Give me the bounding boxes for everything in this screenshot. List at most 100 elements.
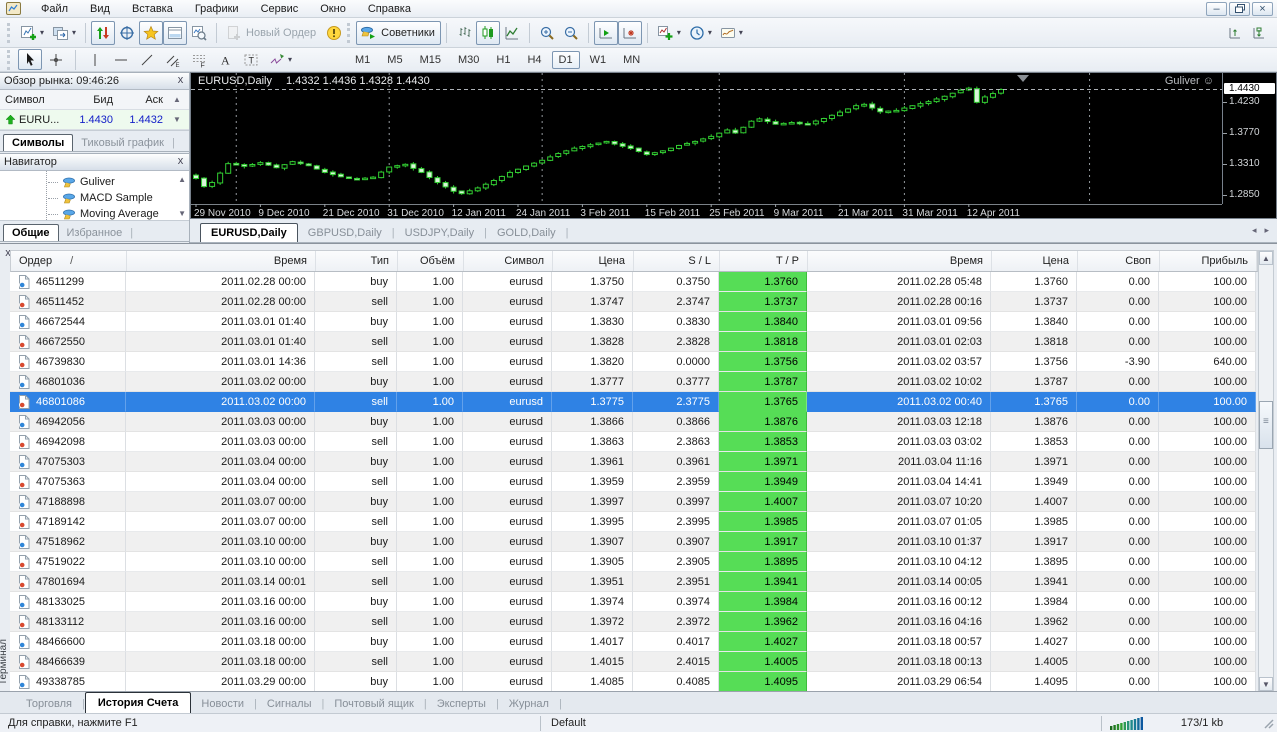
history-row[interactable]: 46739830 2011.03.01 14:36 sell 1.00 eurusd 1.… [10, 352, 1256, 372]
history-row[interactable]: 46801086 2011.03.02 00:00 sell 1.00 eurusd 1.… [10, 392, 1256, 412]
vertical-line-button[interactable] [83, 49, 107, 70]
strategy-tester-button[interactable] [187, 21, 211, 45]
zoom-in-button[interactable] [535, 21, 559, 45]
terminal-tab-История Счета[interactable]: История Счета [84, 692, 192, 713]
column-header-7[interactable]: T / P [720, 251, 808, 271]
tab-Общие[interactable]: Общие [3, 224, 59, 241]
history-row[interactable]: 46672550 2011.03.01 01:40 sell 1.00 eurusd 1.… [10, 332, 1256, 352]
chart-shift-button[interactable] [617, 20, 642, 45]
history-row[interactable]: 47075303 2011.03.04 00:00 buy 1.00 eurusd 1.3… [10, 452, 1256, 472]
channel-button[interactable]: E [161, 49, 185, 70]
terminal-tab-Журнал[interactable]: Журнал [499, 695, 559, 713]
autoscroll-button[interactable] [593, 20, 618, 45]
column-header-5[interactable]: Цена [553, 251, 634, 271]
column-bid[interactable]: Бид [62, 94, 118, 106]
menu-item-Справка[interactable]: Справка [358, 2, 421, 16]
close-icon[interactable]: x [174, 75, 187, 87]
timeframe-M15[interactable]: M15 [413, 51, 448, 69]
text-label-button[interactable]: T [239, 49, 263, 70]
timeframe-W1[interactable]: W1 [583, 51, 614, 69]
close-button[interactable]: × [1252, 1, 1273, 16]
line-chart-button[interactable] [500, 21, 524, 45]
history-row[interactable]: 48466600 2011.03.18 00:00 buy 1.00 eurusd 1.4… [10, 632, 1256, 652]
column-header-8[interactable]: Время [808, 251, 992, 271]
close-icon[interactable]: x [174, 156, 187, 168]
timeframe-D1[interactable]: D1 [551, 50, 580, 69]
terminal-tab-Новости[interactable]: Новости [191, 695, 254, 713]
menu-item-Вид[interactable]: Вид [80, 2, 120, 16]
chart-tab-EURUSD,Daily[interactable]: EURUSD,Daily [200, 223, 298, 242]
scroll-down-icon[interactable]: ▼ [1259, 677, 1273, 691]
resize-grip[interactable] [1259, 714, 1277, 732]
history-row[interactable]: 46511299 2011.02.28 00:00 buy 1.00 eurusd 1.3… [10, 272, 1256, 292]
text-button[interactable]: A [213, 49, 237, 70]
timeframe-M30[interactable]: M30 [451, 51, 486, 69]
terminal-button[interactable] [163, 20, 188, 45]
periods-button[interactable]: ▾ [685, 21, 716, 45]
symbol-row[interactable]: EURU... 1.4430 1.4432 ▼ [0, 110, 189, 130]
navigator-item-MACD Sample[interactable]: MACD Sample [48, 190, 189, 206]
history-row[interactable]: 48133025 2011.03.16 00:00 buy 1.00 eurusd 1.3… [10, 592, 1256, 612]
column-header-1[interactable]: Время [127, 251, 316, 271]
data-window-button[interactable] [115, 21, 139, 45]
timeframe-M1[interactable]: M1 [348, 51, 377, 69]
timeframe-H4[interactable]: H4 [520, 51, 548, 69]
scroll-up-icon[interactable]: ▲ [1259, 251, 1273, 265]
bar-chart-button[interactable] [452, 21, 476, 45]
price-scale[interactable]: 1.4430 1.4230 1.3770 1.3310 1.2850 [1222, 73, 1276, 204]
history-row[interactable]: 46801036 2011.03.02 00:00 buy 1.00 eurusd 1.3… [10, 372, 1256, 392]
menu-item-Сервис[interactable]: Сервис [251, 2, 309, 16]
chart-tab-GOLD,Daily[interactable]: GOLD,Daily [487, 224, 566, 242]
axis-shift-button[interactable] [1247, 21, 1271, 45]
cursor-button[interactable] [18, 49, 42, 70]
terminal-tab-Торговля[interactable]: Торговля [16, 695, 82, 713]
trendline-button[interactable] [135, 49, 159, 70]
chart-tab-USDJPY,Daily[interactable]: USDJPY,Daily [395, 224, 485, 242]
history-row[interactable]: 47188898 2011.03.07 00:00 buy 1.00 eurusd 1.3… [10, 492, 1256, 512]
history-row[interactable]: 47075363 2011.03.04 00:00 sell 1.00 eurusd 1.… [10, 472, 1256, 492]
column-ask[interactable]: Аск [118, 94, 168, 106]
terminal-tab-Сигналы[interactable]: Сигналы [257, 695, 322, 713]
alert-button[interactable] [322, 21, 346, 45]
history-row[interactable]: 47518962 2011.03.10 00:00 buy 1.00 eurusd 1.3… [10, 532, 1256, 552]
status-profile[interactable]: Default [541, 717, 1101, 729]
history-row[interactable]: 46672544 2011.03.01 01:40 buy 1.00 eurusd 1.3… [10, 312, 1256, 332]
axis-scale-button[interactable] [1223, 21, 1247, 45]
history-row[interactable]: 47801694 2011.03.14 00:01 sell 1.00 eurusd 1.… [10, 572, 1256, 592]
menu-item-Окно[interactable]: Окно [310, 2, 356, 16]
timeframe-M5[interactable]: M5 [380, 51, 409, 69]
scroll-up-icon[interactable]: ▲ [168, 95, 184, 104]
navigator-item-Guliver[interactable]: Guliver [48, 174, 189, 190]
vertical-scrollbar[interactable]: ▲ ▼ [1258, 250, 1274, 692]
history-row[interactable]: 46942098 2011.03.03 00:00 sell 1.00 eurusd 1.… [10, 432, 1256, 452]
chart-tab-GBPUSD,Daily[interactable]: GBPUSD,Daily [298, 224, 392, 242]
history-row[interactable]: 47519022 2011.03.10 00:00 sell 1.00 eurusd 1.… [10, 552, 1256, 572]
fibonacci-button[interactable]: F [187, 49, 211, 70]
advisors-button[interactable]: Советники [356, 20, 441, 45]
restore-button[interactable] [1229, 1, 1250, 16]
crosshair-button[interactable] [44, 49, 68, 70]
templates-button[interactable]: ▾ [716, 21, 747, 45]
indicators-button[interactable]: ▾ [653, 21, 685, 45]
tab-scroll-left-icon[interactable]: ◂ [1252, 225, 1257, 236]
column-header-9[interactable]: Цена [992, 251, 1078, 271]
history-row[interactable]: 47189142 2011.03.07 00:00 sell 1.00 eurusd 1.… [10, 512, 1256, 532]
column-symbol[interactable]: Символ [0, 94, 62, 106]
minimize-button[interactable]: – [1206, 1, 1227, 16]
history-row[interactable]: 46511452 2011.02.28 00:00 sell 1.00 eurusd 1.… [10, 292, 1256, 312]
arrows-button[interactable]: ▾ [265, 49, 296, 70]
timeframe-MN[interactable]: MN [616, 51, 647, 69]
candle-chart-button[interactable] [475, 20, 500, 45]
profiles-button[interactable]: ▾ [48, 21, 80, 45]
menu-item-Графики[interactable]: Графики [185, 2, 249, 16]
scroll-down-icon[interactable]: ▼ [178, 209, 186, 218]
column-header-4[interactable]: Символ [464, 251, 553, 271]
history-row[interactable]: 46942056 2011.03.03 00:00 buy 1.00 eurusd 1.3… [10, 412, 1256, 432]
history-row[interactable]: 48133112 2011.03.16 00:00 sell 1.00 eurusd 1.… [10, 612, 1256, 632]
tab-Избранное[interactable]: Избранное [59, 225, 131, 241]
zoom-out-button[interactable] [559, 21, 583, 45]
column-header-11[interactable]: Прибыль [1160, 251, 1257, 271]
menu-item-Вставка[interactable]: Вставка [122, 2, 183, 16]
horizontal-line-button[interactable] [109, 49, 133, 70]
navigator-button[interactable] [139, 20, 164, 45]
